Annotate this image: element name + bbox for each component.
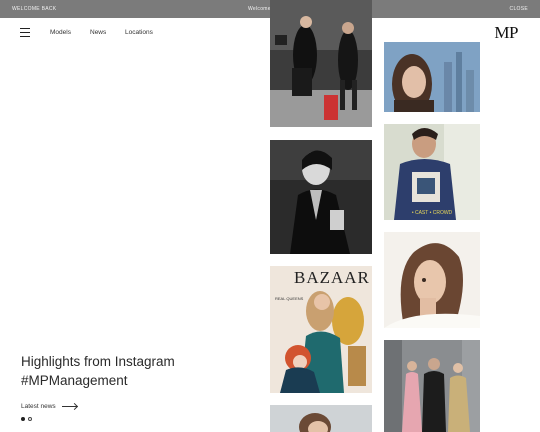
welcome-text: WELCOME BACK	[12, 6, 57, 12]
headline-line-1: Highlights from Instagram	[21, 354, 175, 369]
instagram-post-magazine-cover[interactable]: BAZAAR REAL QUEENS	[270, 266, 372, 393]
mp-logo[interactable]: MP	[494, 23, 518, 43]
nav-news[interactable]: News	[90, 29, 106, 36]
close-button[interactable]: CLOSE	[510, 6, 528, 12]
instagram-post-portrait-4[interactable]	[270, 405, 372, 432]
nav-locations[interactable]: Locations	[125, 29, 153, 36]
instagram-post-street-style[interactable]	[384, 340, 480, 432]
instagram-headline: Highlights from Instagram #MPManagement	[21, 352, 241, 390]
instagram-post-portrait-bw[interactable]	[270, 140, 372, 254]
instagram-post-graphic-tee[interactable]: • CAST • CROWD	[384, 124, 480, 220]
instagram-post-city[interactable]	[384, 42, 480, 112]
cover-label: REAL QUEENS	[275, 296, 304, 301]
nav-models[interactable]: Models	[50, 29, 71, 36]
instagram-post-profile[interactable]	[384, 232, 480, 328]
bazaar-masthead: BAZAAR	[294, 268, 370, 287]
post-caption: • CAST • CROWD	[411, 210, 453, 216]
slide-dot-1[interactable]	[21, 417, 25, 421]
latest-news-link[interactable]: Latest news	[21, 403, 56, 410]
hamburger-icon[interactable]	[20, 28, 30, 37]
headline-hashtag: #MPManagement	[21, 373, 128, 388]
arrow-right-icon[interactable]	[62, 406, 77, 407]
instagram-post-runway[interactable]	[270, 0, 372, 127]
slide-dot-2[interactable]	[28, 417, 32, 421]
